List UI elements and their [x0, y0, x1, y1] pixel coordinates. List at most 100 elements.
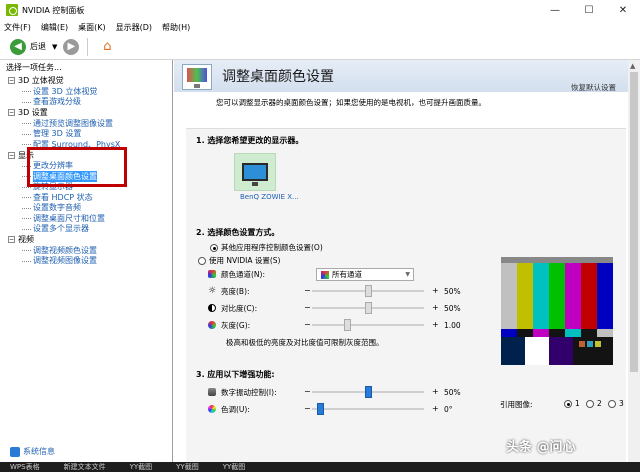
menu-edit[interactable]: 编辑(E) — [41, 22, 68, 33]
tree-item-video-color[interactable]: 调整视频颜色设置 — [8, 245, 168, 256]
tree-item-game-ratings[interactable]: 查看游戏分级 — [8, 97, 168, 108]
taskbar-item[interactable]: 新建文本文件 — [64, 462, 106, 472]
section-2-title: 2. 选择颜色设置方式。 — [196, 228, 280, 237]
slider-thumb[interactable] — [317, 403, 324, 415]
tree-category-3d-stereo[interactable]: −3D 立体视觉 — [8, 75, 168, 86]
radio-label: 3 — [619, 399, 624, 408]
brightness-slider[interactable] — [312, 285, 424, 297]
system-info-icon — [10, 446, 20, 457]
radio-other-apps[interactable]: 其他应用程序控制颜色设置(O) — [210, 242, 323, 253]
slider-thumb[interactable] — [365, 285, 372, 297]
menu-display[interactable]: 显示器(D) — [116, 22, 152, 33]
tree-item-video-image[interactable]: 调整视频图像设置 — [8, 256, 168, 267]
taskbar-item[interactable]: YY截图 — [223, 462, 246, 472]
reference-option-2[interactable]: 2 — [586, 399, 602, 408]
menu-help[interactable]: 帮助(H) — [162, 22, 190, 33]
hue-minus[interactable]: − — [304, 404, 311, 413]
taskbar-item[interactable]: YY截图 — [176, 462, 199, 472]
color-bar — [525, 337, 549, 365]
radio-button[interactable] — [210, 243, 218, 252]
vertical-scrollbar[interactable]: ▲ — [628, 60, 640, 472]
color-bar — [565, 257, 581, 329]
radio-button[interactable] — [608, 399, 616, 408]
tree-item-multiple-displays[interactable]: 设置多个显示器 — [8, 224, 168, 235]
close-button[interactable]: ✕ — [606, 0, 640, 20]
hue-slider[interactable] — [312, 403, 424, 415]
tree-item-digital-audio[interactable]: 设置数字音频 — [8, 203, 168, 214]
taskbar-item[interactable]: WPS表格 — [10, 462, 40, 472]
vibrance-value: 50% — [444, 388, 461, 397]
window-controls: — ☐ ✕ — [538, 0, 640, 20]
brightness-plus[interactable]: + — [432, 286, 439, 295]
vibrance-slider[interactable] — [312, 386, 424, 398]
radio-label: 2 — [597, 399, 602, 408]
maximize-button[interactable]: ☐ — [572, 0, 606, 20]
vibrance-minus[interactable]: − — [304, 387, 311, 396]
channel-select[interactable]: 所有通道 ▼ — [316, 268, 414, 281]
watermark: 头条 @问心 — [506, 440, 576, 455]
system-info-link[interactable]: 系统信息 — [10, 446, 55, 457]
vibrance-plus[interactable]: + — [432, 387, 439, 396]
settings-content: 1. 选择您希望更改的显示器。 BenQ ZOWIE X... 2. 选择颜色设… — [186, 128, 626, 472]
color-bar — [533, 329, 549, 337]
tree-item-preview-image-settings[interactable]: 通过预览调整图像设置 — [8, 118, 168, 129]
tree-category-video[interactable]: − 视频 — [8, 234, 168, 245]
slider-thumb[interactable] — [344, 319, 351, 331]
collapse-icon[interactable]: − — [8, 77, 15, 84]
menu-desktop[interactable]: 桌面(K) — [78, 22, 106, 33]
channel-label: 颜色通道(N): — [221, 269, 265, 279]
monitor-tile[interactable] — [234, 153, 276, 191]
forward-arrow-icon[interactable]: ▶ — [63, 38, 80, 55]
back-arrow-icon[interactable]: ◀ — [10, 38, 26, 55]
hue-value: 0° — [444, 405, 453, 414]
gamma-row: 灰度(G): — [208, 319, 250, 331]
radio-button[interactable] — [198, 256, 206, 265]
taskbar-item[interactable]: YY截图 — [130, 462, 153, 472]
nvidia-logo-icon — [6, 4, 18, 16]
scrollbar-thumb[interactable] — [630, 72, 638, 372]
slider-thumb[interactable] — [365, 386, 372, 398]
color-bar — [581, 257, 597, 329]
gamma-slider[interactable] — [312, 319, 424, 331]
radio-nvidia-settings[interactable]: 使用 NVIDIA 设置(S) — [198, 255, 280, 266]
tree-item-label: 查看 HDCP 状态 — [33, 192, 93, 202]
reference-option-1[interactable]: 1 — [564, 399, 580, 408]
contrast-minus[interactable]: − — [304, 303, 311, 312]
minimize-button[interactable]: — — [538, 0, 572, 20]
restore-defaults-link[interactable]: 恢复默认设置 — [571, 82, 616, 93]
toolbar: ◀ 后退 ▼ ▶ ⌂ — [0, 34, 640, 60]
tree-category-label: 视频 — [18, 235, 34, 244]
back-button-label[interactable]: 后退 — [30, 41, 46, 52]
color-bar — [549, 329, 565, 337]
slider-thumb[interactable] — [365, 302, 372, 314]
contrast-plus[interactable]: + — [432, 303, 439, 312]
tree-item-setup-3d-stereo[interactable]: 设置 3D 立体视觉 — [8, 86, 168, 97]
page-header: 调整桌面颜色设置 恢复默认设置 — [174, 60, 640, 92]
scroll-up-icon[interactable]: ▲ — [630, 62, 635, 70]
color-bar — [501, 257, 613, 263]
tree-item-manage-3d-settings[interactable]: 管理 3D 设置 — [8, 129, 168, 140]
radio-button[interactable] — [586, 399, 594, 408]
menu-file[interactable]: 文件(F) — [4, 22, 31, 33]
tree-category-3d-settings[interactable]: −3D 设置 — [8, 107, 168, 118]
history-dropdown-icon[interactable]: ▼ — [52, 43, 57, 51]
gamma-plus[interactable]: + — [432, 320, 439, 329]
home-icon[interactable]: ⌂ — [98, 38, 116, 56]
tree-item-hdcp-status[interactable]: 查看 HDCP 状态 — [8, 192, 168, 203]
brightness-minus[interactable]: − — [304, 286, 311, 295]
radio-button[interactable] — [564, 399, 572, 408]
color-bar — [501, 337, 525, 365]
collapse-icon[interactable]: − — [8, 151, 15, 159]
color-bar — [501, 329, 517, 337]
contrast-slider[interactable] — [312, 302, 424, 314]
test-pattern-image — [501, 257, 613, 365]
collapse-icon[interactable]: − — [8, 236, 15, 243]
page-title: 调整桌面颜色设置 — [222, 69, 334, 85]
monitor-icon — [242, 163, 268, 186]
gamma-minus[interactable]: − — [304, 320, 311, 329]
reference-option-3[interactable]: 3 — [608, 399, 624, 408]
tree-category-label: 3D 立体视觉 — [18, 76, 64, 85]
hue-plus[interactable]: + — [432, 404, 439, 413]
collapse-icon[interactable]: − — [8, 109, 15, 116]
tree-item-desktop-size[interactable]: 调整桌面尺寸和位置 — [8, 213, 168, 224]
